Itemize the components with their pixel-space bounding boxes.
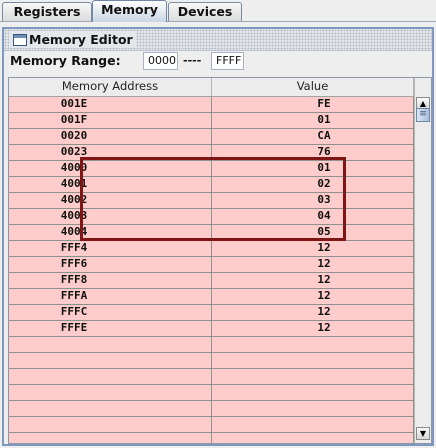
table-row[interactable]: 4002 03 <box>9 193 414 209</box>
value-cell[interactable]: 12 <box>212 321 414 336</box>
address-cell[interactable] <box>9 337 212 352</box>
range-separator: ---- <box>183 54 202 67</box>
address-cell[interactable]: 0020 <box>9 129 212 144</box>
address-cell[interactable] <box>9 369 212 384</box>
value-cell[interactable]: CA <box>212 129 414 144</box>
address-cell[interactable]: FFFE <box>9 321 212 336</box>
table-row[interactable]: FFF6 12 <box>9 257 414 273</box>
address-cell[interactable]: 4002 <box>9 193 212 208</box>
value-cell[interactable]: 12 <box>212 289 414 304</box>
table-row[interactable]: 001F 01 <box>9 113 414 129</box>
table-row[interactable] <box>9 385 414 401</box>
value-cell[interactable]: 01 <box>212 113 414 128</box>
address-cell[interactable]: FFF8 <box>9 273 212 288</box>
tab-registers[interactable]: Registers <box>2 2 92 21</box>
table-row[interactable] <box>9 401 414 417</box>
window-icon <box>13 34 27 46</box>
memory-range-row: Memory Range: 0000 ---- FFFF <box>8 52 428 70</box>
value-cell[interactable]: 03 <box>212 193 414 208</box>
memory-table[interactable]: Memory Address Value 001E FE 001F 01 0020 CA 0… <box>8 77 432 444</box>
table-body: 001E FE 001F 01 0020 CA 0023 76 4000 01 4001 02 4002… <box>9 97 414 443</box>
tab-bar-divider <box>0 21 436 22</box>
address-cell[interactable]: 4000 <box>9 161 212 176</box>
column-header-value[interactable]: Value <box>212 78 414 96</box>
table-row[interactable]: 0020 CA <box>9 129 414 145</box>
address-cell[interactable]: 4001 <box>9 177 212 192</box>
address-cell[interactable] <box>9 353 212 368</box>
table-row[interactable]: FFF8 12 <box>9 273 414 289</box>
address-cell[interactable]: FFF6 <box>9 257 212 272</box>
address-cell[interactable]: 001E <box>9 97 212 112</box>
table-header: Memory Address Value <box>9 78 414 97</box>
value-cell[interactable] <box>212 417 414 432</box>
table-row[interactable] <box>9 433 414 443</box>
value-cell[interactable] <box>212 353 414 368</box>
tab-devices[interactable]: Devices <box>168 2 242 21</box>
column-header-address[interactable]: Memory Address <box>9 78 212 96</box>
range-end-field[interactable]: FFFF <box>211 52 244 70</box>
scroll-down-icon[interactable]: ▼ <box>416 427 430 440</box>
table-row[interactable]: FFFA 12 <box>9 289 414 305</box>
tab-memory[interactable]: Memory <box>92 0 167 22</box>
address-cell[interactable]: FFF4 <box>9 241 212 256</box>
table-row[interactable] <box>9 337 414 353</box>
table-row[interactable]: FFFE 12 <box>9 321 414 337</box>
address-cell[interactable]: FFFC <box>9 305 212 320</box>
value-cell[interactable]: 76 <box>212 145 414 160</box>
table-row[interactable] <box>9 369 414 385</box>
table-row[interactable]: 001E FE <box>9 97 414 113</box>
tab-bar: Registers Memory Devices <box>0 0 436 22</box>
value-cell[interactable] <box>212 401 414 416</box>
table-row[interactable]: 4003 04 <box>9 209 414 225</box>
value-cell[interactable]: FE <box>212 97 414 112</box>
value-cell[interactable]: 12 <box>212 241 414 256</box>
table-row[interactable]: 4000 01 <box>9 161 414 177</box>
address-cell[interactable] <box>9 433 212 443</box>
value-cell[interactable] <box>212 369 414 384</box>
value-cell[interactable]: 12 <box>212 273 414 288</box>
address-cell[interactable]: 4004 <box>9 225 212 240</box>
memory-editor-frame: Memory Editor Memory Range: 0000 ---- FF… <box>2 27 434 446</box>
value-cell[interactable]: 04 <box>212 209 414 224</box>
address-cell[interactable] <box>9 385 212 400</box>
scroll-thumb[interactable]: ≡ <box>416 108 430 122</box>
vertical-scrollbar[interactable]: ▲ ≡ ▼ <box>414 78 431 443</box>
value-cell[interactable]: 12 <box>212 257 414 272</box>
range-start-field[interactable]: 0000 <box>143 52 178 70</box>
table-row[interactable]: FFF4 12 <box>9 241 414 257</box>
frame-title-label: Memory Editor <box>29 32 133 47</box>
address-cell[interactable]: FFFA <box>9 289 212 304</box>
value-cell[interactable]: 02 <box>212 177 414 192</box>
address-cell[interactable] <box>9 417 212 432</box>
value-cell[interactable] <box>212 385 414 400</box>
value-cell[interactable]: 05 <box>212 225 414 240</box>
table-row[interactable]: 4004 05 <box>9 225 414 241</box>
value-cell[interactable]: 01 <box>212 161 414 176</box>
value-cell[interactable] <box>212 433 414 443</box>
address-cell[interactable]: 0023 <box>9 145 212 160</box>
address-cell[interactable] <box>9 401 212 416</box>
table-row[interactable] <box>9 353 414 369</box>
table-row[interactable]: FFFC 12 <box>9 305 414 321</box>
memory-range-label: Memory Range: <box>10 53 121 68</box>
value-cell[interactable]: 12 <box>212 305 414 320</box>
table-row[interactable]: 4001 02 <box>9 177 414 193</box>
frame-title: Memory Editor <box>9 31 136 48</box>
address-cell[interactable]: 4003 <box>9 209 212 224</box>
table-row[interactable]: 0023 76 <box>9 145 414 161</box>
value-cell[interactable] <box>212 337 414 352</box>
address-cell[interactable]: 001F <box>9 113 212 128</box>
table-row[interactable] <box>9 417 414 433</box>
frame-title-bar[interactable]: Memory Editor <box>4 29 432 51</box>
